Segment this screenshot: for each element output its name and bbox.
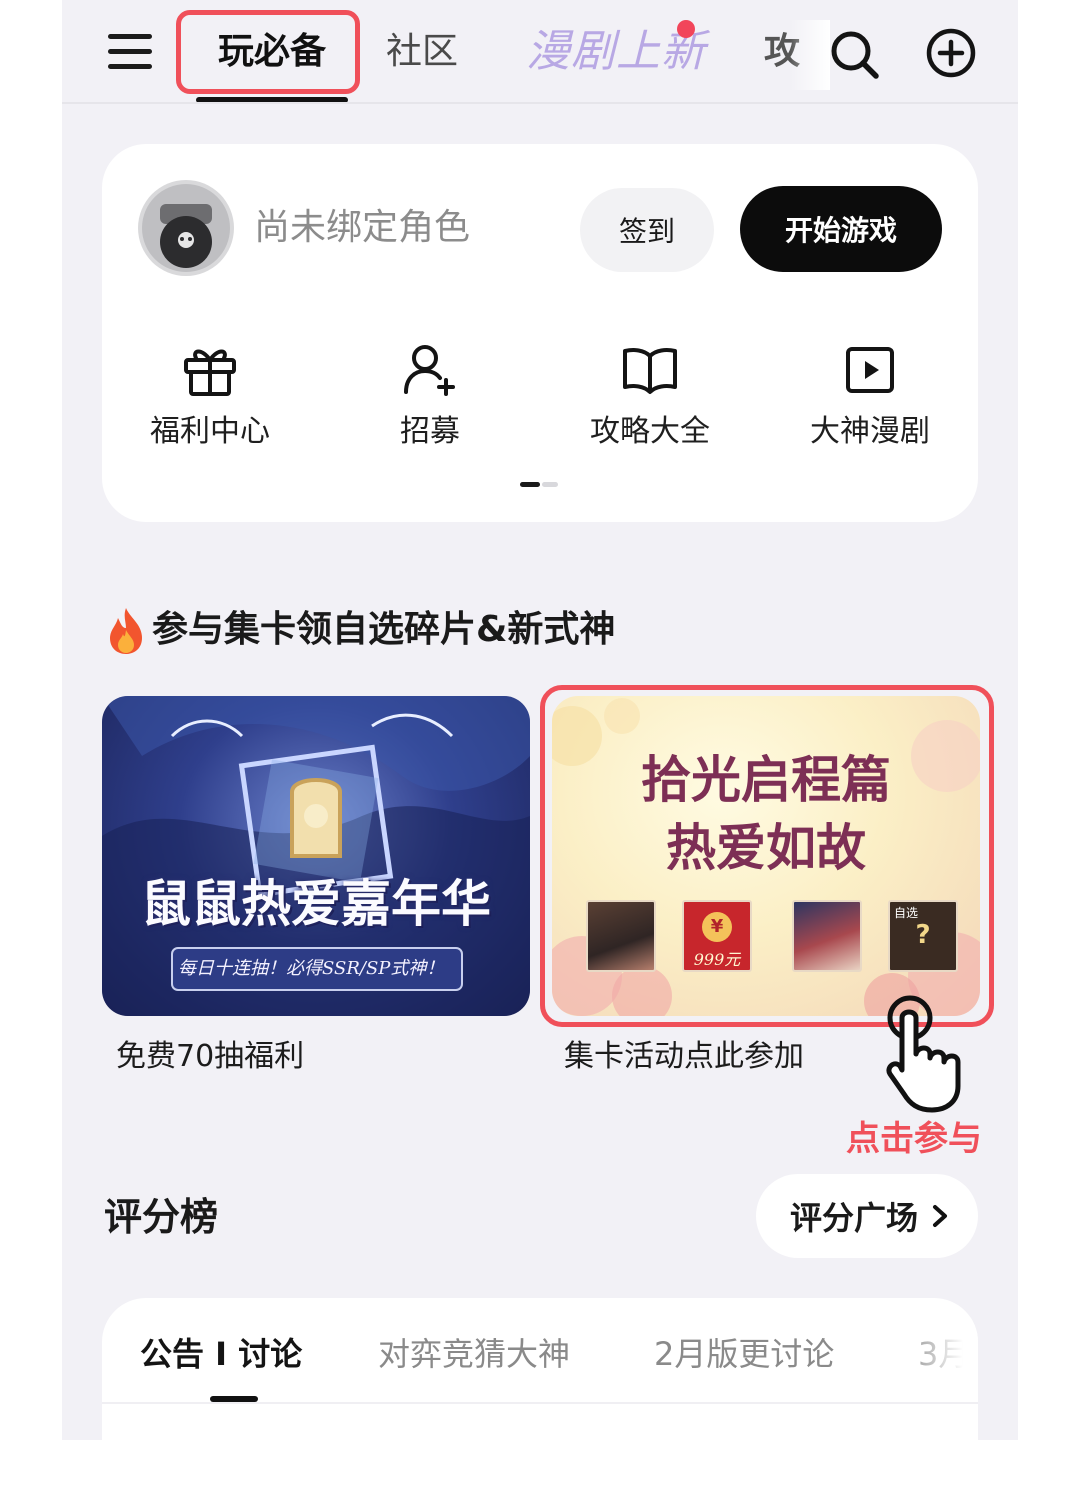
- add-icon[interactable]: [924, 26, 978, 80]
- book-icon: [623, 348, 677, 394]
- page-indicator: [520, 482, 560, 487]
- top-nav: 玩必备 社区 漫剧上新 攻: [0, 0, 1080, 104]
- quick-entry-label: 福利中心: [150, 414, 270, 449]
- avatar[interactable]: [138, 180, 234, 276]
- quick-entry-label: 招募: [400, 414, 460, 449]
- tab-fade-mask: [902, 1318, 978, 1398]
- rating-plaza-button[interactable]: 评分广场: [756, 1174, 978, 1258]
- banner-highlight-frame: [540, 685, 994, 1027]
- tab-announcement[interactable]: 公告 I 讨论: [140, 1332, 302, 1376]
- tap-hint-text: 点击参与: [846, 1119, 982, 1159]
- fire-icon: [110, 608, 142, 654]
- add-user-icon: [404, 345, 455, 396]
- carnival-banner[interactable]: 鼠鼠热爱嘉年华 每日十连抽！必得SSR/SP式神！: [102, 696, 530, 1016]
- menu-icon[interactable]: [106, 28, 154, 76]
- banner-caption[interactable]: 免费70抽福利: [116, 1036, 304, 1078]
- start-game-button[interactable]: 开始游戏: [740, 186, 942, 272]
- quick-entry-label: 攻略大全: [590, 414, 710, 449]
- tab-community[interactable]: 社区: [386, 28, 458, 76]
- quick-entry-drama[interactable]: 大神漫剧: [780, 340, 960, 452]
- search-icon[interactable]: [826, 26, 882, 82]
- banner-subtitle: 每日十连抽！必得SSR/SP式神！: [178, 958, 445, 979]
- rating-plaza-label: 评分广场: [790, 1199, 919, 1237]
- quick-entry-guides[interactable]: 攻略大全: [560, 340, 740, 452]
- section-title-text: 参与集卡领自选碎片&新式神: [152, 609, 616, 650]
- ranking-title: 评分榜: [104, 1195, 219, 1239]
- unbound-role-text: 尚未绑定角色: [254, 207, 471, 248]
- checkin-button[interactable]: 签到: [580, 188, 714, 272]
- nav-divider: [62, 102, 1018, 104]
- quick-entry-welfare[interactable]: 福利中心: [120, 340, 300, 452]
- banner-caption[interactable]: 集卡活动点此参加: [564, 1036, 804, 1078]
- chevron-right-icon: [933, 1205, 947, 1227]
- tab-fade-mask: [790, 20, 830, 90]
- notification-dot: [677, 20, 695, 38]
- play-icon: [846, 347, 894, 393]
- banner-title: 鼠鼠热爱嘉年华: [141, 874, 491, 933]
- tab-feb-update[interactable]: 2月版更讨论: [654, 1332, 834, 1376]
- discussion-card: 公告 I 讨论 对弈竞猜大神 2月版更讨论 3月: [102, 1298, 978, 1498]
- gift-icon: [184, 349, 236, 396]
- hand-pointer-icon: [886, 995, 961, 1113]
- tab-match-guess[interactable]: 对弈竞猜大神: [378, 1332, 570, 1376]
- quick-entry-recruit[interactable]: 招募: [340, 340, 520, 452]
- tab-highlight-frame: [176, 10, 360, 94]
- tab-divider: [102, 1402, 978, 1404]
- profile-card: 尚未绑定角色 签到 开始游戏 福利中心 招募 攻略大全 大神漫剧: [102, 144, 978, 522]
- quick-entry-label: 大神漫剧: [810, 414, 930, 449]
